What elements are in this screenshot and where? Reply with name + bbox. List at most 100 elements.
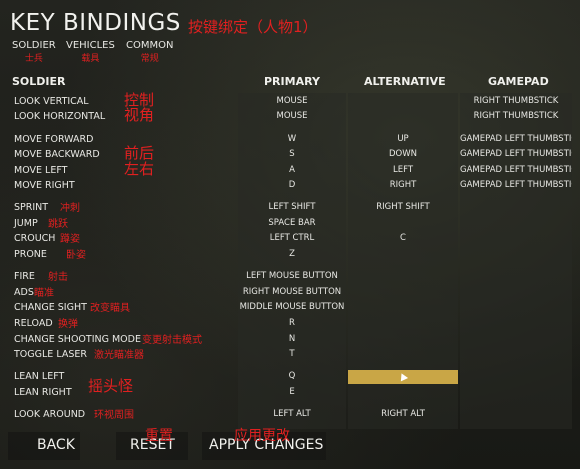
primary-binding[interactable]: S [238, 149, 346, 159]
row-annotation: 变更射击模式 [142, 335, 202, 346]
cursor-icon [397, 371, 409, 382]
table-row: TOGGLE LASER T 激光瞄准器 [0, 348, 580, 363]
tab-common[interactable]: COMMON 常规 [126, 40, 173, 64]
row-annotation: 改变瞄具 [90, 303, 130, 314]
primary-binding[interactable]: LEFT CTRL [238, 233, 346, 243]
table-row: ADS RIGHT MOUSE BUTTON 瞄准 [0, 286, 580, 301]
table-row: CHANGE SIGHT MIDDLE MOUSE BUTTON 改变瞄具 [0, 301, 580, 316]
action-label: CHANGE SIGHT [14, 302, 87, 313]
table-row: PRONE Z 卧姿 [0, 248, 580, 263]
column-header-alternative: ALTERNATIVE [364, 75, 446, 88]
primary-binding[interactable]: MOUSE [238, 96, 346, 106]
alternative-binding[interactable]: RIGHT [348, 180, 458, 190]
row-annotation: 射击 [48, 272, 68, 283]
row-annotation: 换弹 [58, 319, 78, 330]
action-label: CHANGE SHOOTING MODE [14, 334, 141, 345]
action-label: LEAN RIGHT [14, 387, 72, 398]
table-row: MOVE RIGHT DRIGHTGAMEPAD LEFT THUMBSTICK … [0, 179, 580, 194]
page-title: KEY BINDINGS [10, 10, 181, 36]
primary-binding[interactable]: A [238, 165, 346, 175]
row-annotation: 瞄准 [34, 288, 54, 299]
primary-binding[interactable]: MOUSE [238, 111, 346, 121]
primary-binding[interactable]: MIDDLE MOUSE BUTTON [238, 302, 346, 312]
tab-vehicles-label: VEHICLES [66, 40, 115, 51]
action-label: LOOK HORIZONTAL [14, 111, 106, 122]
action-label: MOVE RIGHT [14, 180, 75, 191]
tab-soldier-label: SOLDIER [12, 40, 56, 51]
row-annotation: 蹲姿 [60, 234, 80, 245]
primary-binding[interactable]: RIGHT MOUSE BUTTON [238, 287, 346, 297]
action-label: TOGGLE LASER [14, 349, 87, 360]
action-label: SPRINT [14, 202, 49, 213]
section-header: SOLDIER [12, 75, 66, 88]
action-label: LOOK VERTICAL [14, 96, 89, 107]
row-annotation: 左右 [124, 160, 155, 178]
primary-binding[interactable]: N [238, 334, 346, 344]
alternative-binding[interactable]: RIGHT ALT [348, 409, 458, 419]
action-label: MOVE LEFT [14, 165, 68, 176]
title-annotation: 按键绑定（人物1） [188, 18, 318, 36]
table-row: RELOAD R 换弹 [0, 317, 580, 332]
alternative-binding[interactable]: DOWN [348, 149, 458, 159]
primary-binding[interactable]: Z [238, 249, 346, 259]
apply-annotation: 应用更改 [234, 428, 290, 444]
column-header-primary: PRIMARY [264, 75, 320, 88]
primary-binding[interactable]: LEFT ALT [238, 409, 346, 419]
row-annotation: 跳跃 [48, 219, 68, 230]
tab-common-note: 常规 [140, 54, 159, 64]
primary-binding[interactable]: T [238, 349, 346, 359]
primary-binding[interactable]: SPACE BAR [238, 218, 346, 228]
gamepad-binding[interactable]: GAMEPAD LEFT THUMBSTICK R [460, 180, 572, 190]
row-annotation: 环视周围 [94, 410, 134, 421]
table-row: LOOK AROUND LEFT ALT RIGHT ALT 环视周围 [0, 408, 580, 423]
primary-binding[interactable]: W [238, 134, 346, 144]
tab-vehicles[interactable]: VEHICLES 载具 [66, 40, 115, 64]
gamepad-binding[interactable]: GAMEPAD LEFT THUMBSTICK [460, 134, 572, 144]
table-row: CHANGE SHOOTING MODE N 变更射击模式 [0, 333, 580, 348]
table-row: MOVE LEFT ALEFTGAMEPAD LEFT THUMBSTICK L 左… [0, 160, 580, 179]
action-label: LEAN LEFT [14, 371, 65, 382]
table-row: LEAN LEFT Q [0, 370, 580, 385]
primary-binding[interactable]: R [238, 318, 346, 328]
action-label: JUMP [14, 218, 38, 229]
alternative-binding[interactable]: LEFT [348, 165, 458, 175]
gamepad-binding[interactable]: GAMEPAD LEFT THUMBSTICK L [460, 165, 572, 175]
table-row: MOVE FORWARD W UP GAMEPAD LEFT THUMBSTICK [0, 133, 580, 148]
tab-soldier-note: 士兵 [24, 54, 43, 64]
gamepad-binding[interactable]: RIGHT THUMBSTICK [460, 96, 572, 106]
reset-annotation: 重置 [145, 428, 173, 444]
action-label: ADS [14, 287, 34, 298]
table-row: JUMP SPACE BAR 跳跃 [0, 217, 580, 232]
table-row: MOVE BACKWARD SDOWNGAMEPAD LEFT THUMBSTIC… [0, 144, 580, 163]
primary-binding[interactable]: LEFT SHIFT [238, 202, 346, 212]
row-annotation: 冲刺 [60, 203, 80, 214]
row-annotation: 激光瞄准器 [94, 350, 144, 361]
tab-common-label: COMMON [126, 40, 174, 51]
alternative-binding-selected[interactable] [348, 370, 458, 384]
column-header-gamepad: GAMEPAD [488, 75, 549, 88]
primary-binding[interactable]: E [238, 387, 346, 397]
action-label: FIRE [14, 271, 35, 282]
tab-soldier[interactable]: SOLDIER 士兵 [12, 40, 56, 64]
primary-binding[interactable]: Q [238, 371, 346, 381]
alternative-binding[interactable]: RIGHT SHIFT [348, 202, 458, 212]
table-row: FIRE LEFT MOUSE BUTTON 射击 [0, 270, 580, 285]
table-row: CROUCH LEFT CTRL C 蹲姿 [0, 232, 580, 247]
category-tabs: SOLDIER 士兵 VEHICLES 载具 COMMON 常规 [0, 40, 200, 70]
lean-annotation: 摇头怪 [88, 377, 134, 395]
action-label: MOVE FORWARD [14, 134, 94, 145]
primary-binding[interactable]: D [238, 180, 346, 190]
alternative-binding[interactable]: C [348, 233, 458, 243]
table-row: LOOK HORIZONTAL MOUSE RIGHT THUMBSTICK 视角 [0, 106, 580, 125]
primary-binding[interactable]: LEFT MOUSE BUTTON [238, 271, 346, 281]
gamepad-binding[interactable]: GAMEPAD LEFT THUMBSTICK D [460, 149, 572, 159]
row-annotation: 视角 [124, 106, 155, 124]
tab-vehicles-note: 载具 [81, 54, 100, 64]
gamepad-binding[interactable]: RIGHT THUMBSTICK [460, 111, 572, 121]
action-label: RELOAD [14, 318, 53, 329]
alternative-binding[interactable]: UP [348, 134, 458, 144]
action-label: PRONE [14, 249, 47, 260]
row-annotation: 卧姿 [66, 250, 86, 261]
action-label: LOOK AROUND [14, 409, 86, 420]
back-button[interactable]: BACK [37, 437, 75, 453]
